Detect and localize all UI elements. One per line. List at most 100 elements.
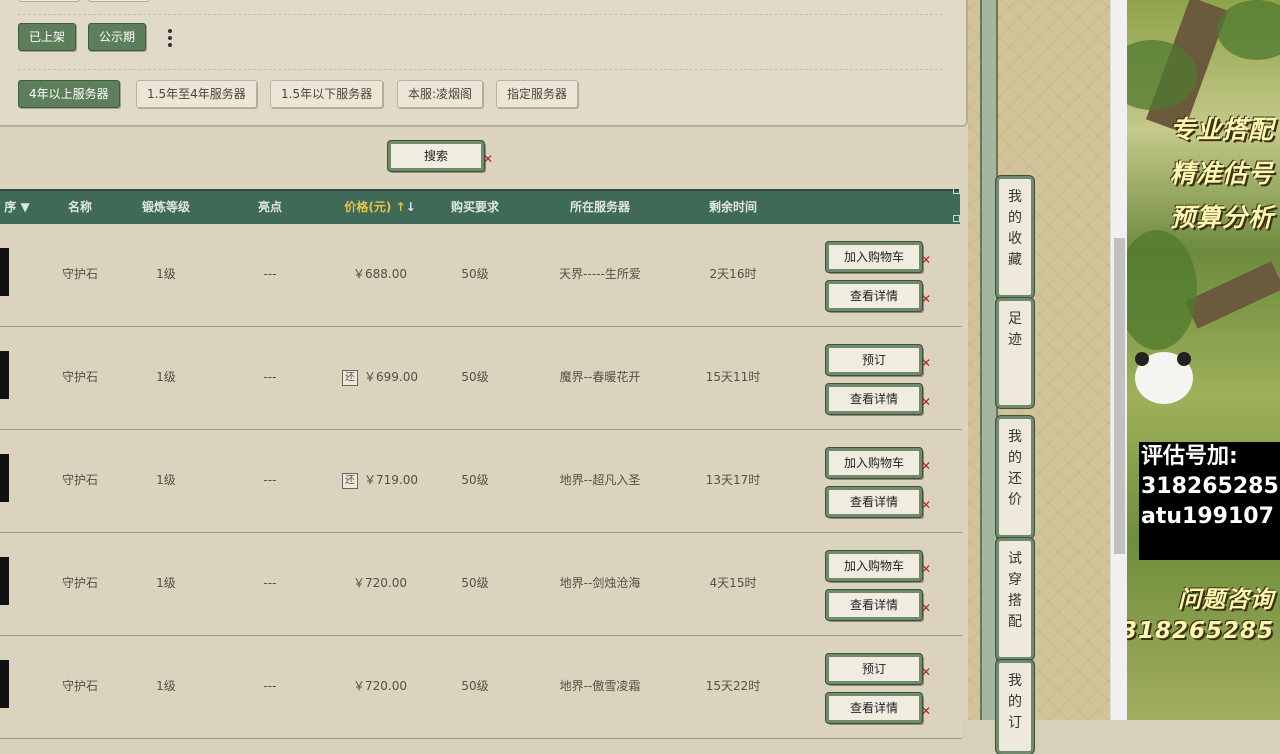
side-tab-counter-offers[interactable]: 我的还价: [996, 416, 1034, 538]
ad-contact-line: atu199107: [1141, 504, 1274, 529]
item-thumbnail[interactable]: [0, 660, 9, 708]
status-public-button[interactable]: 公示期: [88, 23, 147, 51]
item-server: 天界-----生所爱: [559, 267, 641, 281]
col-time-header[interactable]: 剩余时间: [695, 191, 771, 224]
item-server: 魔界--春暖花开: [559, 370, 641, 384]
item-level: 1级: [156, 679, 176, 693]
col-price-header[interactable]: 价格(元) ↑↓: [330, 191, 430, 224]
view-details-button[interactable]: 查看详情 ✕: [826, 590, 931, 620]
server-filter-4yr-plus[interactable]: 4年以上服务器: [18, 80, 120, 108]
col-level-header[interactable]: 锻炼等级: [130, 191, 202, 224]
page-scrollbar[interactable]: [1110, 0, 1128, 720]
foliage-image: [1127, 230, 1197, 350]
item-requirement: 50级: [461, 679, 489, 693]
arrow-down-icon[interactable]: ↓: [406, 200, 416, 214]
divider: [18, 14, 943, 15]
ad-slogan: 问题咨询: [1178, 587, 1274, 613]
header-corner: [953, 187, 960, 194]
ad-contact-line: 318265285: [1141, 474, 1279, 499]
ad-slogan: 精准估号: [1169, 159, 1274, 188]
server-filter-under-1-5yr[interactable]: 1.5年以下服务器: [270, 80, 384, 108]
item-price: ￥699.00: [364, 370, 418, 384]
item-price: ￥720.00: [353, 576, 407, 590]
side-tab-label: 我的订: [1008, 673, 1022, 731]
item-time: 2天16时: [709, 267, 757, 281]
item-requirement: 50级: [461, 576, 489, 590]
reserve-button[interactable]: 预订 ✕: [826, 654, 931, 684]
item-server: 地界--超凡入圣: [559, 473, 641, 487]
more-options-icon[interactable]: [163, 27, 177, 51]
item-thumbnail[interactable]: [0, 454, 9, 502]
server-filter-current[interactable]: 本服:凌烟阁: [397, 80, 484, 108]
item-highlight: ---: [263, 267, 277, 281]
item-price: ￥720.00: [353, 679, 407, 693]
market-main-area: 已上架 公示期 4年以上服务器 1.5年至4年服务器 1.5年以下服务器 本服:…: [0, 0, 968, 739]
close-icon: ✕: [920, 459, 931, 473]
item-highlight: ---: [263, 370, 277, 384]
side-tab-orders[interactable]: 我的订: [996, 660, 1034, 754]
chevron-down-icon: ▼: [20, 200, 30, 214]
close-icon: ✕: [920, 356, 931, 370]
side-tab-try-on[interactable]: 试穿搭配: [996, 538, 1034, 660]
filter-input-max[interactable]: [88, 0, 150, 2]
filter-panel: 已上架 公示期 4年以上服务器 1.5年至4年服务器 1.5年以下服务器 本服:…: [0, 0, 968, 127]
add-to-cart-button[interactable]: 加入购物车 ✕: [826, 242, 931, 272]
table-header: 序 ▼ 名称 锻炼等级 亮点 价格(元) ↑↓ 购买要求 所在服务器 剩余时间: [0, 187, 960, 226]
table-row: 守护石 1级 --- ￥688.00 50级 天界-----生所爱 2天16时 …: [0, 224, 962, 327]
view-details-button[interactable]: 查看详情 ✕: [826, 281, 931, 311]
server-filter-specified[interactable]: 指定服务器: [496, 80, 579, 108]
ad-slogan: 318265285: [1127, 618, 1274, 644]
item-time: 15天11时: [705, 370, 761, 384]
item-price-cell: 还 ￥719.00: [330, 430, 430, 530]
item-highlight: ---: [263, 576, 277, 590]
arrow-up-icon[interactable]: ↑: [396, 200, 406, 214]
search-button[interactable]: 搜索 ✕: [388, 141, 493, 171]
view-details-button[interactable]: 查看详情 ✕: [826, 487, 931, 517]
filter-input-min[interactable]: [18, 0, 80, 2]
item-time: 4天15时: [709, 576, 757, 590]
item-level: 1级: [156, 473, 176, 487]
add-to-cart-button[interactable]: 加入购物车 ✕: [826, 551, 931, 581]
item-time: 15天22时: [705, 679, 761, 693]
ad-contact-line: 评估号加:: [1141, 444, 1238, 469]
tree-branch-image: [1185, 261, 1280, 329]
view-details-button[interactable]: 查看详情 ✕: [826, 693, 931, 723]
item-thumbnail[interactable]: [0, 557, 9, 605]
refund-icon: 还: [342, 369, 358, 386]
sort-order-header[interactable]: 序 ▼: [0, 191, 34, 224]
status-listed-button[interactable]: 已上架: [18, 23, 77, 51]
server-filter-1-5-to-4yr[interactable]: 1.5年至4年服务器: [136, 80, 257, 108]
item-name: 守护石: [61, 576, 98, 590]
side-tab-favorites[interactable]: 我的收藏: [996, 176, 1034, 298]
item-name: 守护石: [61, 267, 98, 281]
item-thumbnail[interactable]: [0, 248, 9, 296]
item-level: 1级: [156, 576, 176, 590]
close-icon: ✕: [920, 253, 931, 267]
item-name: 守护石: [61, 679, 98, 693]
side-tab-label: 足迹: [1008, 311, 1022, 348]
item-server: 地界--傲雪凌霜: [559, 679, 641, 693]
item-price: ￥719.00: [364, 473, 418, 487]
item-requirement: 50级: [461, 267, 489, 281]
col-highlight-header: 亮点: [257, 200, 282, 214]
reserve-button[interactable]: 预订 ✕: [826, 345, 931, 375]
close-icon: ✕: [482, 152, 493, 166]
refund-icon: 还: [342, 472, 358, 489]
item-thumbnail[interactable]: [0, 351, 9, 399]
panda-ear-image: [1177, 352, 1191, 366]
item-highlight: ---: [263, 679, 277, 693]
item-highlight: ---: [263, 473, 277, 487]
view-details-button[interactable]: 查看详情 ✕: [826, 384, 931, 414]
scrollbar-thumb[interactable]: [1114, 238, 1125, 554]
side-tab-label: 试穿搭配: [1008, 551, 1022, 630]
close-icon: ✕: [920, 292, 931, 306]
header-corner: [953, 215, 960, 222]
add-to-cart-button[interactable]: 加入购物车 ✕: [826, 448, 931, 478]
side-tab-label: 我的还价: [1008, 429, 1022, 508]
side-tab-history[interactable]: 足迹: [996, 298, 1034, 408]
ad-slogan: 专业搭配: [1169, 115, 1274, 144]
item-price: ￥688.00: [353, 267, 407, 281]
item-requirement: 50级: [461, 370, 489, 384]
side-tab-label: 我的收藏: [1008, 189, 1022, 268]
close-icon: ✕: [920, 395, 931, 409]
